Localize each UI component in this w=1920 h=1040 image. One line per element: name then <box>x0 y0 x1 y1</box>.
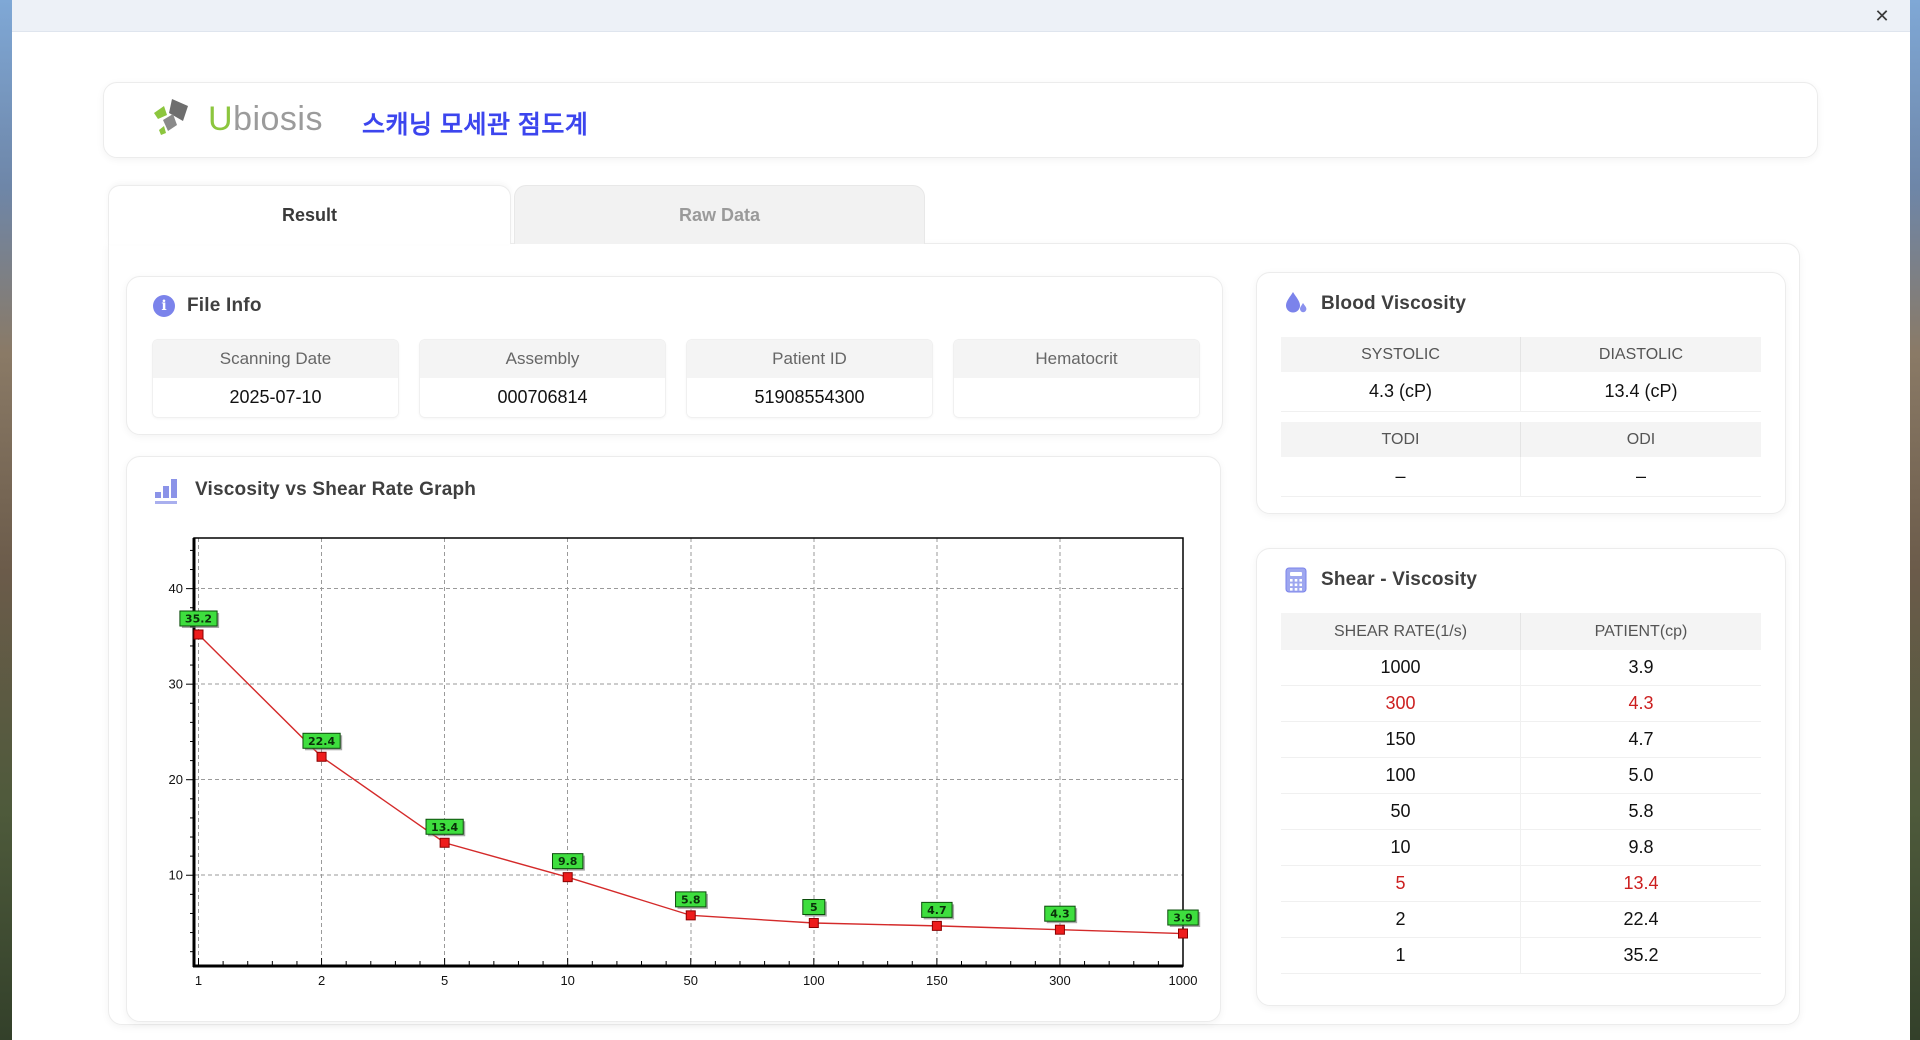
table-row: 1 35.2 <box>1281 938 1761 974</box>
shear-viscosity-table-body: 1000 3.9 300 4.3 150 4.7 100 5.0 50 5.8 10 9.8 5 13.4… <box>1281 650 1761 974</box>
window-titlebar: ✕ <box>12 0 1910 32</box>
svg-text:100: 100 <box>803 973 825 988</box>
svg-text:5: 5 <box>810 901 818 914</box>
patient-viscosity-cell: 35.2 <box>1521 938 1761 974</box>
field-assembly: Assembly 000706814 <box>419 339 666 418</box>
info-icon: i <box>153 295 175 317</box>
shear-rate-cell: 2 <box>1281 902 1521 938</box>
odi-value: – <box>1521 457 1761 497</box>
ubiosis-logo-icon <box>154 99 188 135</box>
svg-text:20: 20 <box>169 772 183 787</box>
svg-text:35.2: 35.2 <box>185 612 212 625</box>
svg-text:300: 300 <box>1049 973 1071 988</box>
shear-rate-cell: 10 <box>1281 830 1521 866</box>
shear-rate-cell: 1 <box>1281 938 1521 974</box>
file-info-title: File Info <box>187 295 262 316</box>
svg-text:40: 40 <box>169 581 183 596</box>
table-row: 10 9.8 <box>1281 830 1761 866</box>
shear-rate-column-header: SHEAR RATE(1/s) <box>1281 613 1521 650</box>
field-value: 000706814 <box>420 378 665 417</box>
shear-viscosity-panel: Shear - Viscosity SHEAR RATE(1/s) PATIEN… <box>1256 548 1786 1006</box>
table-row: 2 22.4 <box>1281 902 1761 938</box>
table-row: 50 5.8 <box>1281 794 1761 830</box>
table-row: 300 4.3 <box>1281 686 1761 722</box>
logo-text-u: U <box>208 99 234 138</box>
header-card: Ubiosis 스캐닝 모세관 점도계 <box>103 82 1818 158</box>
systolic-value: 4.3 (cP) <box>1281 372 1521 412</box>
patient-viscosity-cell: 13.4 <box>1521 866 1761 902</box>
viscosity-graph-panel: Viscosity vs Shear Rate Graph 10 20 30 40 1 2… <box>126 456 1221 1022</box>
field-patient-id: Patient ID 51908554300 <box>686 339 933 418</box>
field-hematocrit: Hematocrit <box>953 339 1200 418</box>
svg-text:13.4: 13.4 <box>431 821 458 834</box>
field-label: Assembly <box>420 340 665 378</box>
logo-text-rest: biosis <box>233 99 323 138</box>
file-info-panel: i File Info Scanning Date 2025-07-10 Ass… <box>126 276 1223 435</box>
close-icon[interactable]: ✕ <box>1870 5 1894 27</box>
svg-text:22.4: 22.4 <box>308 735 335 748</box>
odi-header: ODI <box>1521 422 1761 457</box>
patient-viscosity-cell: 4.3 <box>1521 686 1761 722</box>
svg-text:150: 150 <box>926 973 948 988</box>
diastolic-value: 13.4 (cP) <box>1521 372 1761 412</box>
svg-text:30: 30 <box>169 677 183 692</box>
patient-viscosity-cell: 22.4 <box>1521 902 1761 938</box>
svg-text:5.8: 5.8 <box>681 893 701 906</box>
table-row: 150 4.7 <box>1281 722 1761 758</box>
viscosity-shear-chart: 10 20 30 40 1 2 5 10 50 100 150 300 1000 35.2 22.4 13.4… <box>169 537 1201 988</box>
svg-text:1: 1 <box>195 973 202 988</box>
svg-text:4.3: 4.3 <box>1050 908 1070 921</box>
svg-text:3.9: 3.9 <box>1173 912 1193 925</box>
patient-viscosity-cell: 9.8 <box>1521 830 1761 866</box>
shear-rate-cell: 1000 <box>1281 650 1521 686</box>
app-title-korean: 스캐닝 모세관 점도계 <box>362 111 589 139</box>
logo: Ubiosis <box>154 99 323 139</box>
shear-rate-cell: 100 <box>1281 758 1521 794</box>
shear-rate-cell: 50 <box>1281 794 1521 830</box>
blood-viscosity-title: Blood Viscosity <box>1321 293 1467 314</box>
field-value: 2025-07-10 <box>153 378 398 417</box>
systolic-header: SYSTOLIC <box>1281 337 1521 372</box>
svg-text:4.7: 4.7 <box>927 904 947 917</box>
table-row: 5 13.4 <box>1281 866 1761 902</box>
patient-column-header: PATIENT(cp) <box>1521 613 1761 650</box>
svg-text:10: 10 <box>169 868 183 883</box>
field-value <box>954 378 1199 417</box>
field-value: 51908554300 <box>687 378 932 417</box>
shear-viscosity-table: SHEAR RATE(1/s) PATIENT(cp) 1000 3.9 300 4.… <box>1281 613 1761 974</box>
shear-viscosity-title: Shear - Viscosity <box>1321 569 1478 590</box>
blood-viscosity-panel: Blood Viscosity SYSTOLIC DIASTOLIC 4.3 (… <box>1256 272 1786 514</box>
patient-viscosity-cell: 4.7 <box>1521 722 1761 758</box>
svg-text:9.8: 9.8 <box>558 855 578 868</box>
patient-viscosity-cell: 3.9 <box>1521 650 1761 686</box>
tab-raw-data[interactable]: Raw Data <box>514 185 925 244</box>
shear-rate-cell: 150 <box>1281 722 1521 758</box>
diastolic-header: DIASTOLIC <box>1521 337 1761 372</box>
app-window: ✕ Ubiosis 스캐닝 모세관 점도계 Result Raw Data i … <box>12 0 1910 1040</box>
tab-result[interactable]: Result <box>108 185 511 244</box>
svg-text:50: 50 <box>684 973 698 988</box>
todi-value: – <box>1281 457 1521 497</box>
shear-rate-cell: 300 <box>1281 686 1521 722</box>
todi-header: TODI <box>1281 422 1521 457</box>
table-row: 1000 3.9 <box>1281 650 1761 686</box>
svg-text:10: 10 <box>560 973 574 988</box>
patient-viscosity-cell: 5.8 <box>1521 794 1761 830</box>
field-label: Hematocrit <box>954 340 1199 378</box>
shear-rate-cell: 5 <box>1281 866 1521 902</box>
svg-text:1000: 1000 <box>1169 973 1198 988</box>
patient-viscosity-cell: 5.0 <box>1521 758 1761 794</box>
table-row: 100 5.0 <box>1281 758 1761 794</box>
blood-viscosity-table: SYSTOLIC DIASTOLIC 4.3 (cP) 13.4 (cP) TO… <box>1281 337 1761 497</box>
logo-text: Ubiosis <box>208 100 323 139</box>
svg-text:5: 5 <box>441 973 448 988</box>
blood-drop-icon <box>1286 292 1307 313</box>
svg-text:2: 2 <box>318 973 325 988</box>
field-label: Scanning Date <box>153 340 398 378</box>
file-info-fields: Scanning Date 2025-07-10 Assembly 000706… <box>152 339 1200 418</box>
calculator-icon <box>1285 567 1307 593</box>
field-scanning-date: Scanning Date 2025-07-10 <box>152 339 399 418</box>
field-label: Patient ID <box>687 340 932 378</box>
